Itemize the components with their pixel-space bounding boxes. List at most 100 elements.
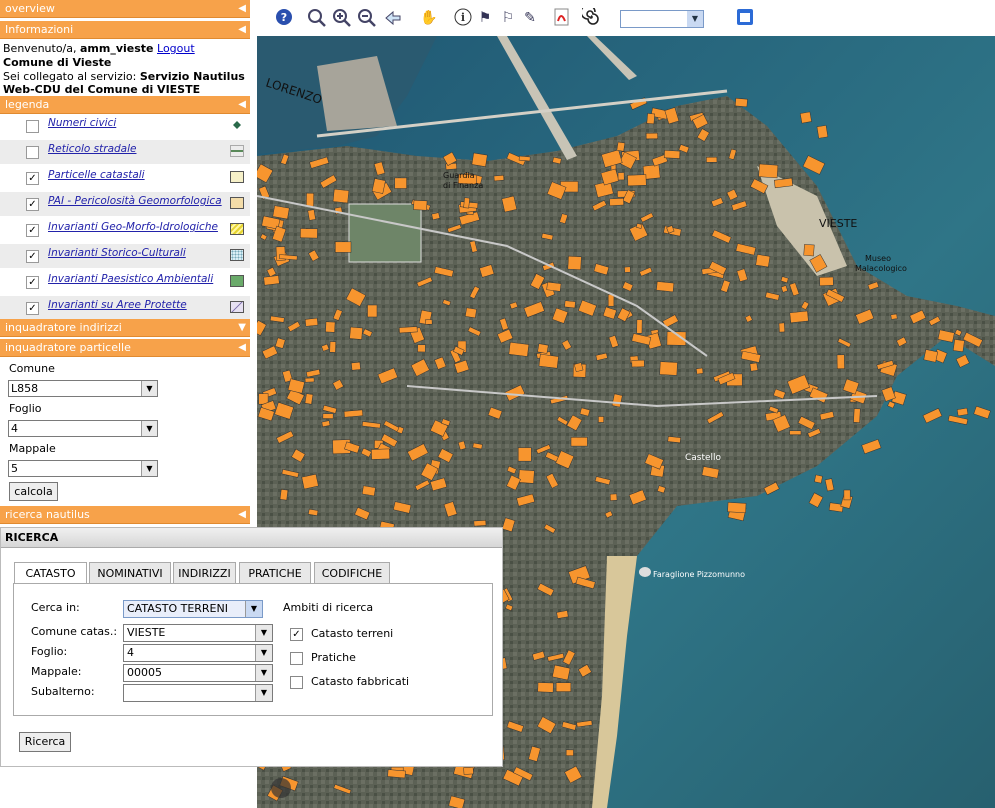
building-parcel <box>537 343 549 354</box>
ambito-label: Catasto terreni <box>311 627 394 640</box>
building-parcel <box>816 125 829 139</box>
ambito-label: Catasto fabbricati <box>311 675 410 688</box>
mappale-select-dialog[interactable]: 00005 ▼ <box>123 664 273 682</box>
layer-link[interactable]: Particelle catastali <box>48 169 145 181</box>
pan-hand-icon[interactable]: ✋ <box>419 8 439 28</box>
layer-link[interactable]: Reticolo stradale <box>48 143 136 155</box>
layer-checkbox[interactable]: ✓ <box>26 250 39 263</box>
window-icon[interactable] <box>735 8 755 28</box>
informazioni-header[interactable]: Informazioni ◀ <box>0 21 250 39</box>
layer-symbol-icon <box>230 171 244 183</box>
collapse-arrow-icon[interactable]: ◀ <box>238 506 246 524</box>
mappale-select[interactable]: 5 ▼ <box>8 460 158 477</box>
building-parcel <box>734 97 748 108</box>
layer-checkbox[interactable]: ✓ <box>26 276 39 289</box>
zoom-out-icon[interactable] <box>357 8 377 28</box>
chevron-down-icon[interactable]: ▼ <box>255 665 272 681</box>
building-parcel <box>325 321 336 333</box>
layer-link[interactable]: Invarianti su Aree Protette <box>48 299 187 311</box>
foglio-select[interactable]: 4 ▼ <box>8 420 158 437</box>
building-parcel <box>463 197 470 209</box>
comune-name: Comune di Vieste <box>3 56 112 69</box>
inquadratore-indirizzi-header[interactable]: inquadratore indirizzi ▼ <box>0 319 250 337</box>
select-area-icon[interactable]: ⚐ <box>498 8 518 28</box>
faraglione-rock <box>639 567 651 577</box>
building-parcel <box>351 361 361 371</box>
ambito-option[interactable]: Catasto fabbricati <box>290 675 409 689</box>
building-parcel <box>952 339 965 353</box>
collapse-arrow-icon[interactable]: ◀ <box>238 0 246 18</box>
help-icon[interactable]: ? <box>274 8 294 28</box>
tab-pratiche[interactable]: PRATICHE <box>239 562 311 583</box>
ambito-checkbox[interactable] <box>290 675 303 689</box>
chevron-down-icon[interactable]: ▼ <box>255 685 272 701</box>
tab-codifiche[interactable]: CODIFICHE <box>314 562 390 583</box>
ricerca-nautilus-label: ricerca nautilus <box>5 508 90 521</box>
collapse-arrow-icon[interactable]: ◀ <box>238 21 246 39</box>
building-parcel <box>749 362 759 372</box>
pdf-icon[interactable] <box>552 8 572 28</box>
comune-catas-select[interactable]: VIESTE ▼ <box>123 624 273 642</box>
edit-icon[interactable]: ✎ <box>520 8 540 28</box>
cerca-in-select[interactable]: CATASTO TERRENI ▼ <box>123 600 263 618</box>
layer-checkbox[interactable]: ✓ <box>26 198 39 211</box>
info-icon[interactable]: i <box>453 8 473 28</box>
expand-arrow-icon[interactable]: ▼ <box>238 319 246 337</box>
building-parcel <box>361 485 376 497</box>
layer-link[interactable]: Invarianti Geo-Morfo-Idrologiche <box>48 221 218 233</box>
building-parcel <box>538 353 559 369</box>
layer-checkbox[interactable]: ✓ <box>26 224 39 237</box>
layer-select[interactable]: ▼ <box>620 10 704 28</box>
subalterno-select[interactable]: ▼ <box>123 684 273 702</box>
back-arrow-icon[interactable] <box>383 8 403 28</box>
building-parcel <box>417 344 426 353</box>
layer-checkbox[interactable]: ✓ <box>26 172 39 185</box>
layer-link[interactable]: PAI - Pericolosità Geomorfologica <box>48 195 222 207</box>
legenda-header[interactable]: legenda ◀ <box>0 96 250 114</box>
ambito-option[interactable]: ✓ Catasto terreni <box>290 627 393 641</box>
ricerca-nautilus-header[interactable]: ricerca nautilus ◀ <box>0 506 250 524</box>
tab-catasto[interactable]: CATASTO <box>14 562 87 584</box>
map-label-castello: Castello <box>685 453 722 463</box>
layer-checkbox[interactable] <box>26 120 39 133</box>
ricerca-button[interactable]: Ricerca <box>19 732 71 752</box>
chevron-down-icon[interactable]: ▼ <box>245 601 262 617</box>
layer-checkbox[interactable] <box>26 146 39 159</box>
chevron-down-icon[interactable]: ▼ <box>141 381 157 396</box>
tab-indirizzi[interactable]: INDIRIZZI <box>173 562 236 583</box>
calcola-button[interactable]: calcola <box>9 482 58 501</box>
layer-link[interactable]: Invarianti Storico-Culturali <box>48 247 186 259</box>
overview-header[interactable]: overview ◀ <box>0 0 250 18</box>
select-flag-icon[interactable]: ⚑ <box>475 8 495 28</box>
ambito-checkbox[interactable] <box>290 651 303 665</box>
chevron-down-icon[interactable]: ▼ <box>255 625 272 641</box>
layer-link[interactable]: Numeri civici <box>48 117 116 129</box>
layer-checkbox[interactable]: ✓ <box>26 302 39 315</box>
ambito-checkbox[interactable]: ✓ <box>290 627 303 641</box>
building-parcel <box>755 254 771 268</box>
building-parcel <box>367 304 378 318</box>
building-parcel <box>819 276 834 286</box>
chevron-down-icon[interactable]: ▼ <box>141 461 157 476</box>
spiral-icon[interactable] <box>580 4 601 28</box>
subalterno-label: Subalterno: <box>31 685 95 698</box>
chevron-down-icon[interactable]: ▼ <box>141 421 157 436</box>
zoom-extent-icon[interactable] <box>307 8 327 28</box>
comune-select[interactable]: L858 ▼ <box>8 380 158 397</box>
layer-link[interactable]: Invarianti Paesistico Ambientali <box>48 273 213 285</box>
legend-row: ✓ Invarianti Geo-Morfo-Idrologiche <box>0 218 250 242</box>
chevron-down-icon[interactable]: ▼ <box>687 11 703 27</box>
building-parcel <box>471 152 488 167</box>
layer-symbol-icon <box>230 275 244 287</box>
zoom-in-icon[interactable] <box>332 8 352 28</box>
foglio-select-dialog[interactable]: 4 ▼ <box>123 644 273 662</box>
chevron-down-icon[interactable]: ▼ <box>255 645 272 661</box>
logout-link[interactable]: Logout <box>157 42 195 55</box>
tab-nominativi[interactable]: NOMINATIVI <box>89 562 171 583</box>
collapse-arrow-icon[interactable]: ◀ <box>238 96 246 114</box>
inquadratore-particelle-header[interactable]: inquadratore particelle ◀ <box>0 339 250 357</box>
layer-symbol-icon <box>230 145 244 157</box>
svg-text:i: i <box>461 11 465 24</box>
collapse-arrow-icon[interactable]: ◀ <box>238 339 246 357</box>
ambito-option[interactable]: Pratiche <box>290 651 356 665</box>
